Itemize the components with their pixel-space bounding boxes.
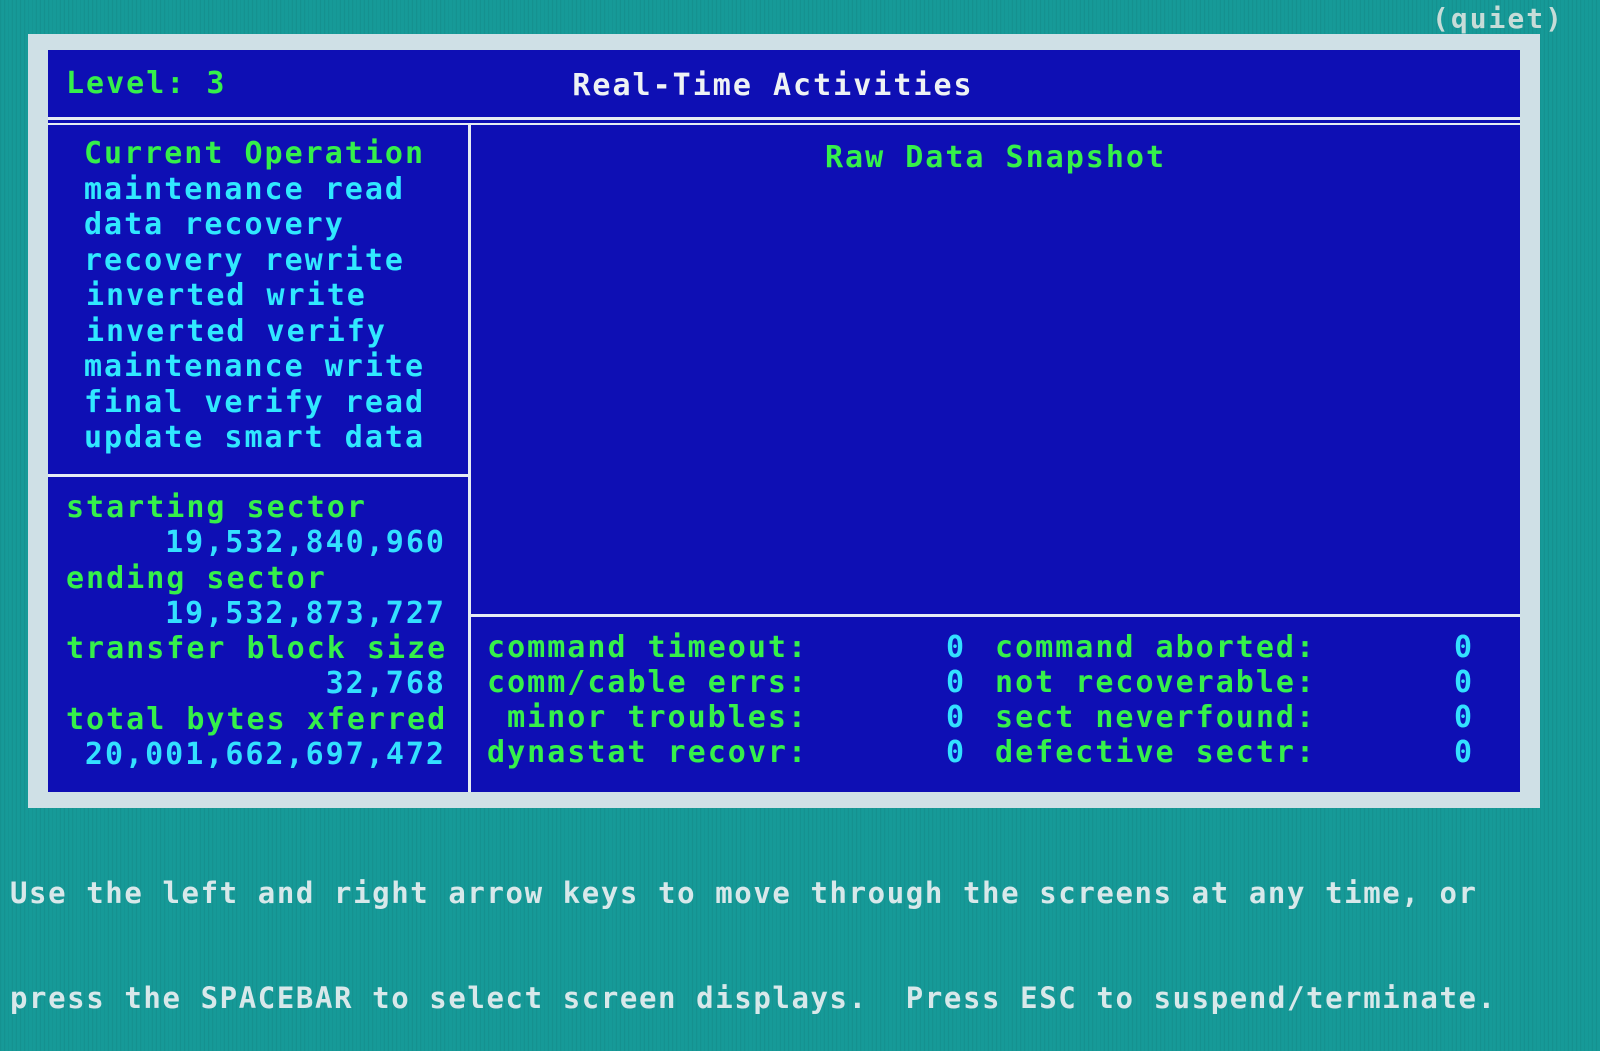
error-label: sect neverfound: — [995, 700, 1316, 735]
error-row: not recoverable: 0 — [986, 665, 1474, 700]
error-value: 0 — [945, 630, 966, 665]
error-value: 0 — [1453, 630, 1474, 665]
snapshot-title: Raw Data Snapshot — [824, 140, 1167, 175]
operation-heading: Current Operation — [84, 136, 426, 171]
stat-label-block-size: transfer block size — [66, 631, 448, 667]
error-row: comm/cable errs: 0 — [478, 665, 966, 700]
stat-value-block-size: 32,768 — [325, 666, 446, 702]
mode-indicator: (quiet) — [1431, 2, 1564, 35]
left-section-divider — [48, 474, 469, 477]
stat-label-bytes-xferred: total bytes xferred — [66, 701, 448, 737]
error-row: sect neverfound: 0 — [986, 700, 1474, 735]
sector-stats: starting sector 19,532,840,960 ending se… — [66, 490, 446, 772]
page-title: Real-Time Activities — [572, 68, 974, 103]
stat-label-starting-sector: starting sector — [66, 490, 367, 525]
error-value: 0 — [945, 735, 966, 770]
error-label: comm/cable errs: — [487, 665, 808, 700]
error-value: 0 — [1453, 665, 1474, 700]
error-label: command timeout: — [487, 630, 808, 665]
operation-list: Current Operation maintenance read data … — [84, 136, 425, 456]
stat-value-ending-sector: 19,532,873,727 — [165, 595, 446, 631]
error-counters-right: command aborted: 0 not recoverable: 0 se… — [986, 630, 1474, 770]
error-row: command timeout: 0 — [478, 630, 966, 665]
error-label: dynastat recovr: — [487, 735, 808, 770]
error-value: 0 — [1453, 700, 1474, 735]
error-label: defective sectr: — [995, 735, 1316, 770]
error-value: 0 — [945, 665, 966, 700]
help-text: Use the left and right arrow keys to mov… — [10, 806, 1497, 1051]
operation-item: data recovery — [84, 207, 345, 242]
operation-item: final verify read — [84, 384, 426, 420]
error-label: command aborted: — [995, 630, 1316, 665]
error-value: 0 — [1453, 735, 1474, 770]
error-row: command aborted: 0 — [986, 630, 1474, 665]
error-value: 0 — [945, 700, 966, 735]
operation-item: recovery rewrite — [84, 242, 405, 278]
error-row: defective sectr: 0 — [986, 735, 1474, 770]
operation-item: inverted write — [86, 278, 367, 313]
operation-item: maintenance write — [84, 349, 426, 384]
main-panel: Level: 3 Real-Time Activities Current Op… — [48, 50, 1520, 792]
header-divider-top — [48, 117, 1520, 120]
window-frame: Level: 3 Real-Time Activities Current Op… — [28, 34, 1540, 808]
right-section-divider — [471, 614, 1520, 617]
operation-item: inverted verify — [86, 313, 387, 349]
stat-value-starting-sector: 19,532,840,960 — [165, 525, 446, 561]
error-label: minor troubles: — [507, 700, 808, 735]
snapshot-area — [471, 180, 1520, 610]
error-row: minor troubles: 0 — [478, 700, 966, 735]
error-counters-left: command timeout: 0 comm/cable errs: 0 mi… — [478, 630, 966, 770]
header-divider-bottom — [48, 123, 1520, 125]
error-label: not recoverable: — [995, 665, 1316, 700]
operation-item: maintenance read — [84, 171, 405, 207]
help-line: Use the left and right arrow keys to mov… — [10, 876, 1478, 910]
help-line: press the SPACEBAR to select screen disp… — [10, 981, 1497, 1015]
stat-label-ending-sector: ending sector — [66, 560, 327, 596]
error-row: dynastat recovr: 0 — [478, 735, 966, 770]
stat-value-bytes-xferred: 20,001,662,697,472 — [84, 737, 446, 773]
operation-item: update smart data — [84, 420, 426, 455]
